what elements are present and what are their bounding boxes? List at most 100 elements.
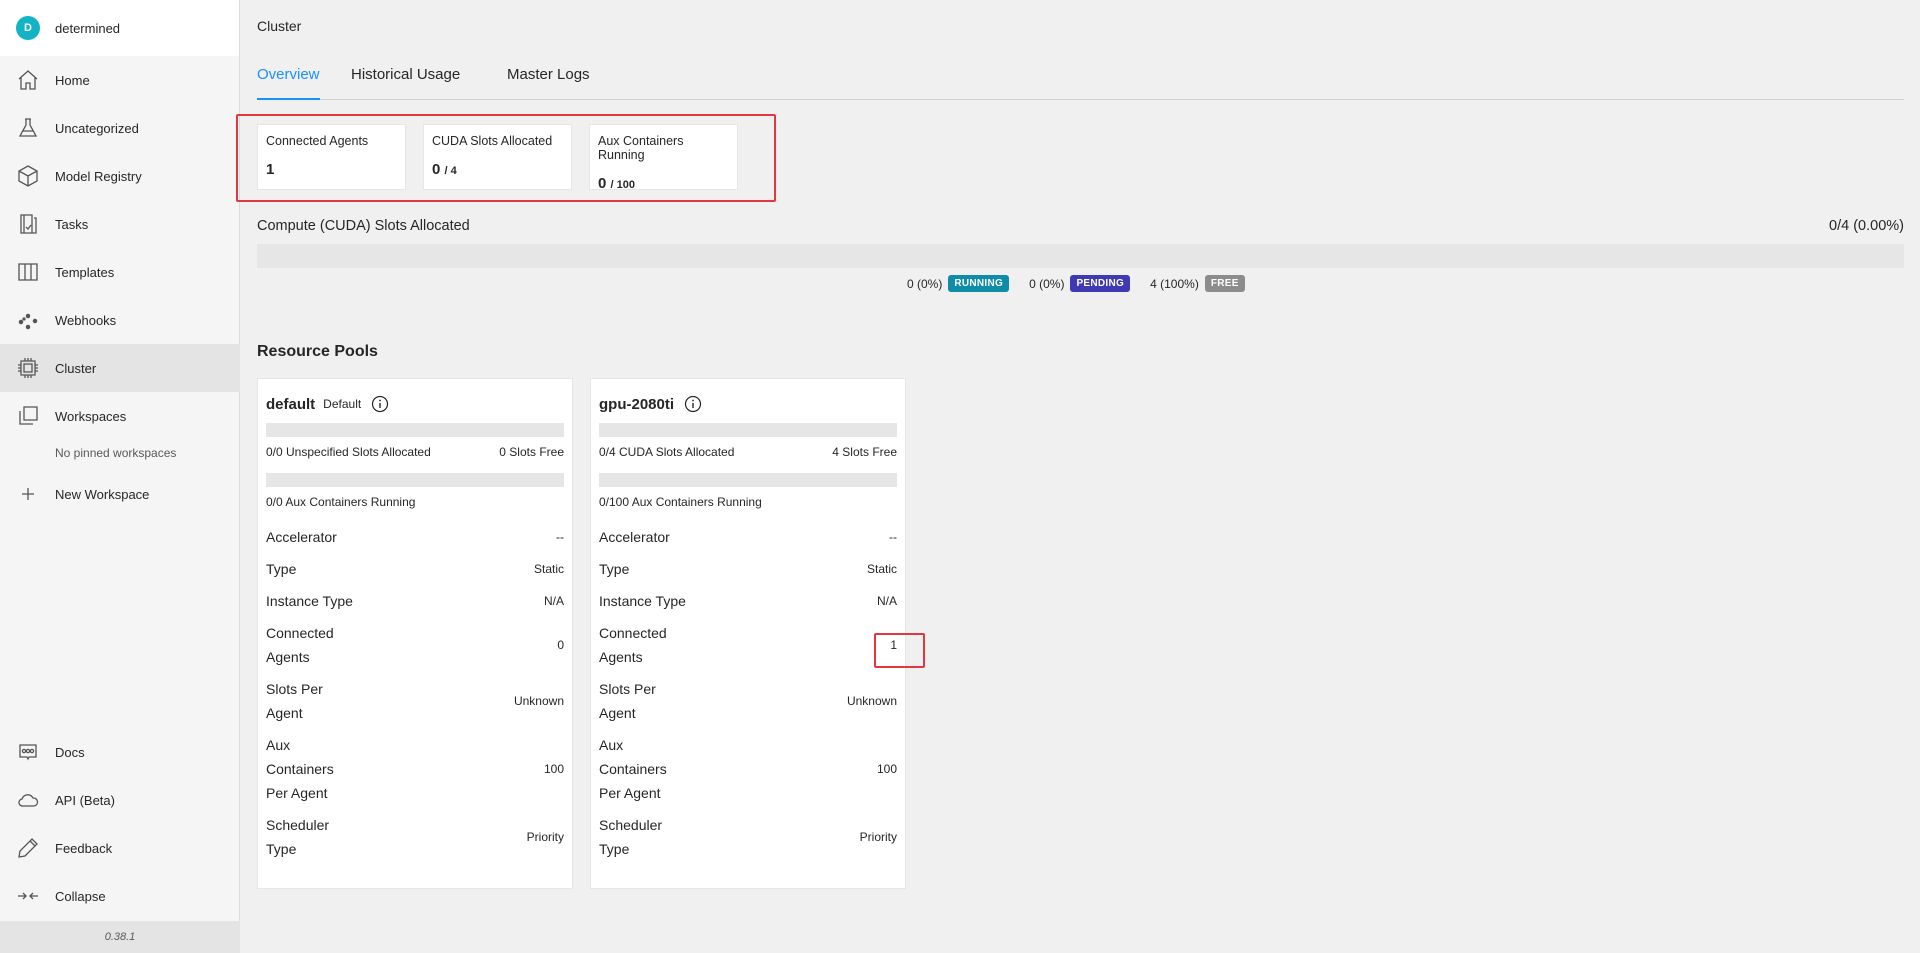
page-title: Cluster [257,18,302,34]
slot-legend: 0 (0%) RUNNING 0 (0%) PENDING 4 (100%) F… [907,275,1265,292]
detail-label: Instance Type [266,593,353,609]
legend-free: 4 (100%) FREE [1150,275,1245,292]
detail-aux-per-agent: Aux Containers Per Agent 100 [266,733,564,805]
sidebar-item-label: Webhooks [55,312,117,328]
sidebar-item-api[interactable]: API (Beta) [0,776,240,824]
plus-icon [16,482,40,506]
tab-master-logs[interactable]: Master Logs [507,66,590,99]
legend-count: 0 (0%) [907,276,943,291]
sidebar-item-workspaces[interactable]: Workspaces [0,392,240,440]
sidebar-item-uncategorized[interactable]: Uncategorized [0,104,240,152]
aux-bar [266,473,564,487]
sidebar-item-label: Feedback [55,840,113,856]
detail-value: 0 [557,638,564,652]
slots-row: 0/4 CUDA Slots Allocated 4 Slots Free [599,445,897,459]
webhooks-icon [16,308,40,332]
detail-label: Aux Containers Per Agent [266,737,334,801]
detail-label: Slots Per Agent [599,681,656,721]
slots-allocated: 0/4 CUDA Slots Allocated [599,445,735,459]
detail-label: Type [599,561,630,577]
detail-accelerator: Accelerator -- [266,525,564,549]
cluster-icon [16,356,40,380]
user-name: determined [55,20,121,36]
detail-value: -- [889,530,897,544]
sidebar-item-label: Tasks [55,216,89,232]
tab-historical-usage[interactable]: Historical Usage [351,66,460,99]
tab-bar: Overview Historical Usage Master Logs [257,66,1904,100]
pool-name: default [266,395,316,413]
legend-count: 0 (0%) [1029,276,1065,291]
detail-value: N/A [876,594,897,608]
highlight-connected-agents [874,633,925,668]
aux-row: 0/100 Aux Containers Running [599,495,897,509]
compute-slots-bar [257,244,1904,268]
sidebar-item-feedback[interactable]: Feedback [0,824,240,872]
sidebar-item-cluster[interactable]: Cluster [0,344,240,392]
sidebar-item-label: Model Registry [55,168,142,184]
tab-overview[interactable]: Overview [257,66,320,100]
stat-total: / 4 [444,165,457,177]
slots-bar [266,423,564,437]
sidebar-item-label: Cluster [55,360,97,376]
info-icon[interactable] [684,395,702,413]
slots-free: 4 Slots Free [832,445,897,459]
stat-total: / 100 [610,179,635,191]
detail-label: Instance Type [599,593,686,609]
home-icon [16,68,40,92]
aux-running: 0/0 Aux Containers Running [266,495,416,509]
templates-icon [16,260,40,284]
stat-number: 1 [266,161,275,178]
sidebar-item-label: API (Beta) [55,792,115,808]
stat-card-aux-containers: Aux Containers Running 0 / 100 [589,124,738,192]
legend-count: 4 (100%) [1150,276,1199,291]
sidebar-item-webhooks[interactable]: Webhooks [0,296,240,344]
sidebar-item-model-registry[interactable]: Model Registry [0,152,240,200]
detail-value: 100 [876,762,897,776]
detail-value: -- [556,530,564,544]
sidebar-item-label: Uncategorized [55,120,139,136]
detail-value: Static [533,562,564,576]
stat-value: 1 [266,161,397,178]
sidebar-item-new-workspace[interactable]: New Workspace [0,470,240,518]
user-menu[interactable]: D determined [0,0,239,56]
detail-value: Static [866,562,897,576]
sidebar-item-home[interactable]: Home [0,56,240,104]
detail-label: Accelerator [599,529,670,545]
pen-icon [16,836,40,860]
avatar: D [16,16,40,40]
pool-name: gpu-2080ti [599,395,675,413]
detail-label: Scheduler Type [599,817,663,857]
detail-instance-type: Instance Type N/A [266,589,564,613]
resource-pool-card-default[interactable]: default Default 0/0 Unspecified Slots Al… [257,378,573,889]
detail-scheduler-type: Scheduler Type Priority [266,813,564,861]
sidebar-item-templates[interactable]: Templates [0,248,240,296]
detail-type: Type Static [599,557,897,581]
aux-row: 0/0 Aux Containers Running [266,495,564,509]
compute-slots-summary: 0/4 (0.00%) [1829,218,1904,234]
info-icon[interactable] [371,395,389,413]
resource-pool-card-gpu-2080ti[interactable]: gpu-2080ti 0/4 CUDA Slots Allocated 4 Sl… [590,378,906,889]
stat-label: Connected Agents [266,134,369,148]
sidebar-item-tasks[interactable]: Tasks [0,200,240,248]
sidebar-item-docs[interactable]: Docs [0,728,240,776]
main-content: Cluster Overview Historical Usage Master… [236,0,1920,953]
tasks-icon [16,212,40,236]
detail-value: Priority [526,830,564,844]
default-tag: Default [323,397,362,411]
sidebar-item-collapse[interactable]: Collapse [0,872,240,920]
status-badge-pending: PENDING [1070,275,1131,292]
stat-number: 0 [598,175,607,192]
stat-card-connected-agents: Connected Agents 1 [257,124,406,190]
detail-value: 100 [543,762,564,776]
collapse-icon [16,884,40,908]
detail-slots-per-agent: Slots Per Agent Unknown [599,677,897,725]
cube-icon [16,164,40,188]
detail-scheduler-type: Scheduler Type Priority [599,813,897,861]
legend-running: 0 (0%) RUNNING [907,275,1010,292]
stat-value: 0 / 100 [598,175,729,192]
detail-instance-type: Instance Type N/A [599,589,897,613]
stat-number: 0 [432,161,441,178]
detail-slots-per-agent: Slots Per Agent Unknown [266,677,564,725]
sidebar-item-label: New Workspace [55,486,150,502]
stat-value: 0 / 4 [432,161,563,178]
